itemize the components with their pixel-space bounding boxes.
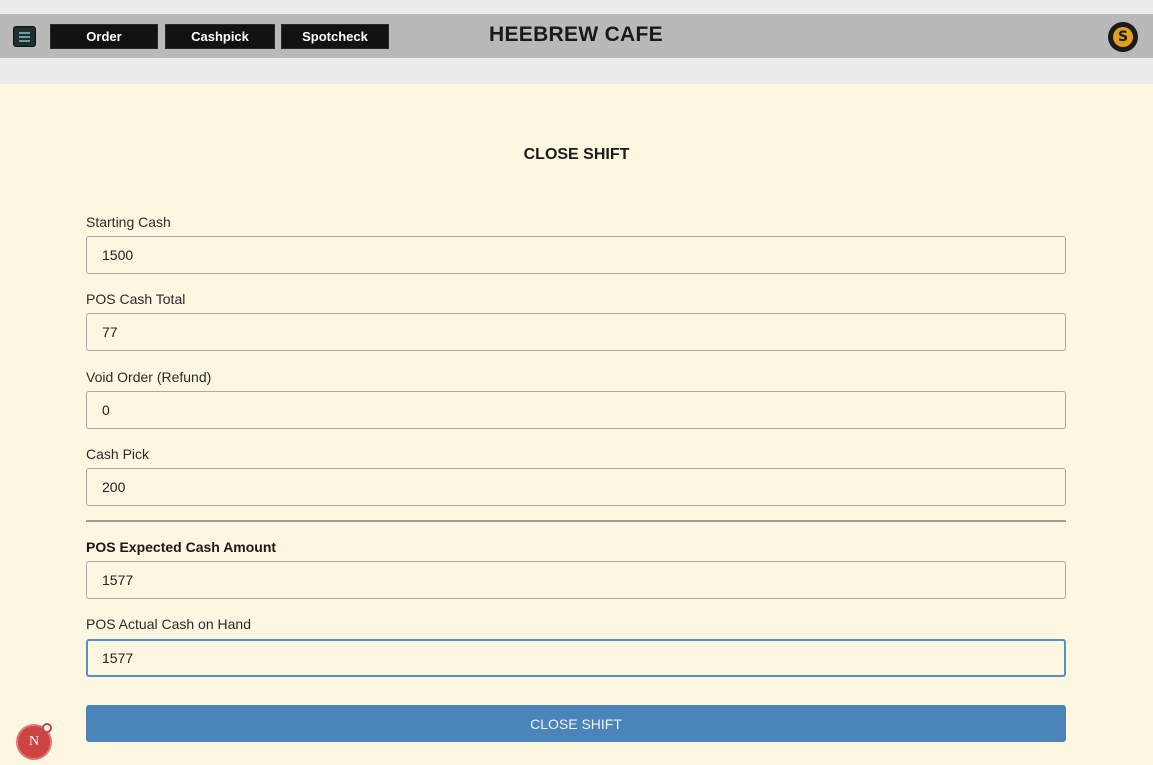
hamburger-line [19,35,30,38]
pos-cash-total-input[interactable] [86,313,1066,351]
cash-pick-input[interactable] [86,468,1066,506]
void-order-input[interactable] [86,391,1066,429]
cash-pick-label: Cash Pick [86,446,150,462]
order-button[interactable]: Order [50,24,158,49]
expected-cash-label: POS Expected Cash Amount [86,539,277,555]
void-order-label: Void Order (Refund) [86,369,212,385]
starting-cash-label: Starting Cash [86,214,171,230]
pos-cash-total-label: POS Cash Total [86,291,186,307]
logo-glyph: S [1113,27,1133,47]
logo-icon[interactable]: S [1108,22,1138,52]
cashpick-button[interactable]: Cashpick [165,24,275,49]
sub-strip [0,58,1153,84]
starting-cash-input[interactable] [86,236,1066,274]
hamburger-line [19,31,30,34]
actual-cash-input[interactable] [86,639,1066,677]
close-shift-button[interactable]: CLOSE SHIFT [86,705,1066,742]
actual-cash-label: POS Actual Cash on Hand [86,616,251,632]
badge-letter: N [28,734,40,749]
hamburger-icon[interactable] [13,26,36,47]
hamburger-line [19,39,30,42]
page-title: CLOSE SHIFT [523,146,630,163]
top-strip [0,0,1153,14]
badge-dot [42,723,52,733]
spotcheck-button[interactable]: Spotcheck [281,24,389,49]
divider [86,520,1066,522]
expected-cash-input[interactable] [86,561,1066,599]
app-title: HEEBREW CAFE [489,23,663,46]
